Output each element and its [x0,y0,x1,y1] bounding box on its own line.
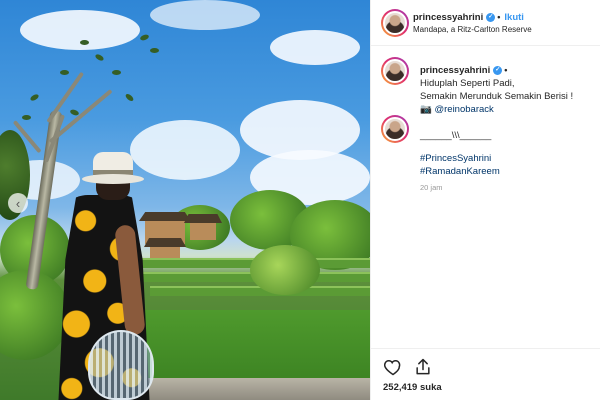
comment-divider-text: ______\\\______ [420,130,492,141]
lawn [120,310,370,380]
follow-button[interactable]: Ikuti [504,12,524,23]
hashtags: #PrincesSyahrini #RamadanKareem [420,152,500,178]
hashtag-link[interactable]: #RamadanKareem [420,165,500,178]
hat-brim [82,174,144,184]
mention-link[interactable]: @reinobarack [434,104,493,115]
avatar[interactable] [381,9,409,37]
leaf [29,93,40,102]
separator-dot: • [504,65,508,75]
post-sidebar: princessyahrini ✓ • Ikuti Mandapa, a Ritz-C… [370,0,600,400]
villa [150,246,180,258]
leaf [124,92,135,103]
camera-icon: 📷 [420,104,432,115]
leaf [150,48,159,53]
avatar[interactable] [381,115,409,143]
caption-username-row: princessyahrini ✓ • [420,65,507,76]
share-icon[interactable] [413,357,433,377]
timestamp: 20 jam [420,183,443,192]
heart-icon[interactable] [383,357,403,377]
leaf [139,33,150,42]
cloud [270,30,360,65]
verified-badge-icon: ✓ [486,12,496,22]
leaf [112,70,121,75]
likes-count[interactable]: 252,419 suka [383,382,442,393]
post-photo[interactable]: ‹ [0,0,370,400]
post-actions: 252,419 suka [371,348,600,400]
post-header: princessyahrini ✓ • Ikuti Mandapa, a Ritz-C… [371,0,600,46]
cloud [130,120,240,180]
stone-path [140,378,370,400]
cloud [150,0,260,30]
caption-text: Hiduplah Seperti Padi, Semakin Merunduk … [420,77,573,116]
username-link[interactable]: princessyahrini [413,12,483,23]
leaf [80,40,89,45]
hashtag-link[interactable]: #PrincesSyahrini [420,152,500,165]
verified-badge-icon: ✓ [493,65,503,75]
chevron-left-icon[interactable]: ‹ [8,193,28,213]
leaf [60,70,69,75]
palm-bush [250,245,320,295]
username-row: princessyahrini ✓ • Ikuti [413,12,524,23]
avatar[interactable] [381,57,409,85]
villa [190,222,216,240]
separator-dot: • [497,12,501,22]
acrylic-bag [88,330,154,400]
caption-line: Semakin Merunduk Semakin Berisi ! [420,91,574,102]
leaf [22,115,31,120]
leaf [94,53,105,62]
caption-mention-line: 📷 @reinobarack [420,103,573,116]
caption-username[interactable]: princessyahrini [420,65,490,76]
location-link[interactable]: Mandapa, a Ritz-Carlton Reserve [413,25,532,34]
comments-area: princessyahrini ✓ • Hiduplah Seperti Padi,… [371,47,600,347]
caption-line: Hiduplah Seperti Padi, [420,78,515,89]
